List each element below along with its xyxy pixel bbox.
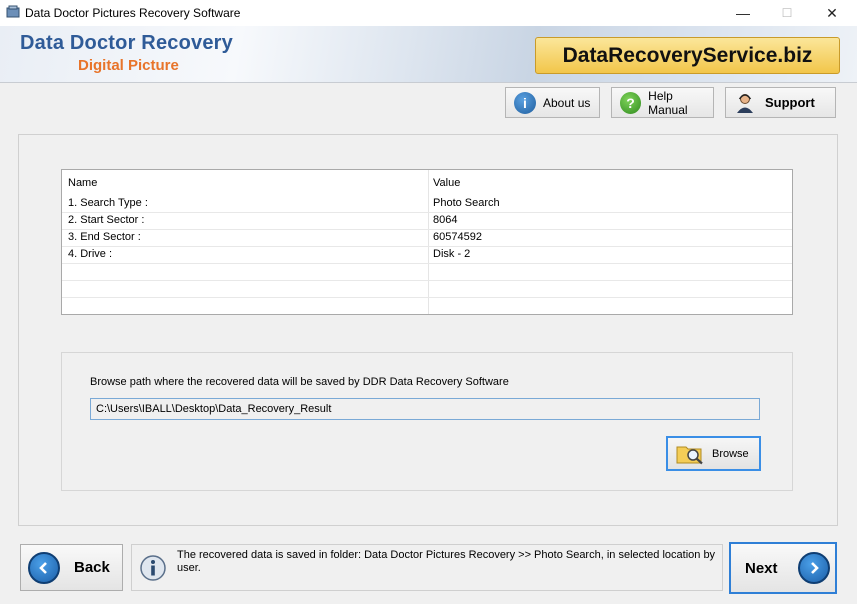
table-cell-value: Photo Search — [433, 197, 500, 209]
help-manual-button[interactable]: ? Help Manual — [611, 87, 714, 118]
info-icon — [140, 555, 166, 581]
status-message: The recovered data is saved in folder: D… — [177, 549, 716, 574]
app-icon — [6, 5, 20, 18]
support-label: Support — [765, 95, 815, 110]
about-us-button[interactable]: i About us — [505, 87, 600, 118]
site-badge: DataRecoveryService.biz — [535, 37, 840, 74]
minimize-button[interactable]: — — [721, 0, 765, 26]
brand-title: Data Doctor Recovery — [20, 32, 233, 54]
about-us-label: About us — [543, 95, 591, 110]
help-manual-label: Help Manual — [648, 88, 688, 117]
brand-subtitle: Digital Picture — [78, 57, 179, 74]
header-divider — [0, 82, 857, 83]
column-header-name[interactable]: Name — [68, 170, 97, 196]
close-button[interactable]: ✕ — [810, 0, 854, 26]
browse-path-label: Browse path where the recovered data wil… — [90, 376, 509, 388]
window-title: Data Doctor Pictures Recovery Software — [25, 6, 241, 20]
table-cell-value: Disk - 2 — [433, 248, 471, 260]
support-agent-icon — [737, 93, 753, 113]
info-icon: i — [514, 91, 536, 114]
help-icon: ? — [620, 91, 642, 114]
table-cell-value: 8064 — [433, 214, 458, 226]
browse-button[interactable]: Browse — [666, 436, 761, 471]
table-cell-name: 3. End Sector : — [68, 231, 141, 243]
column-header-value[interactable]: Value — [433, 170, 460, 196]
table-cell-name: 2. Start Sector : — [68, 214, 145, 226]
summary-table: Name Value 1. Search Type : Photo Search… — [61, 169, 793, 315]
support-button[interactable]: Support — [725, 87, 836, 118]
row-divider — [62, 229, 792, 230]
table-cell-name: 4. Drive : — [68, 248, 113, 260]
save-path-input[interactable] — [90, 398, 760, 420]
arrow-left-icon — [28, 551, 60, 584]
next-button[interactable]: Next — [729, 542, 837, 594]
back-button[interactable]: Back — [20, 544, 123, 591]
table-cell-value: 60574592 — [433, 231, 482, 243]
column-divider — [428, 170, 429, 314]
row-divider — [62, 263, 792, 264]
arrow-right-icon — [797, 552, 830, 584]
table-cell-name: 1. Search Type : — [68, 197, 148, 209]
row-divider — [62, 280, 792, 281]
row-divider — [62, 212, 792, 213]
row-divider — [62, 246, 792, 247]
next-label: Next — [745, 559, 778, 577]
folder-search-icon — [676, 446, 703, 464]
back-label: Back — [74, 559, 110, 576]
browse-label: Browse — [712, 447, 749, 460]
maximize-button[interactable]: ☐ — [765, 0, 809, 26]
row-divider — [62, 297, 792, 298]
